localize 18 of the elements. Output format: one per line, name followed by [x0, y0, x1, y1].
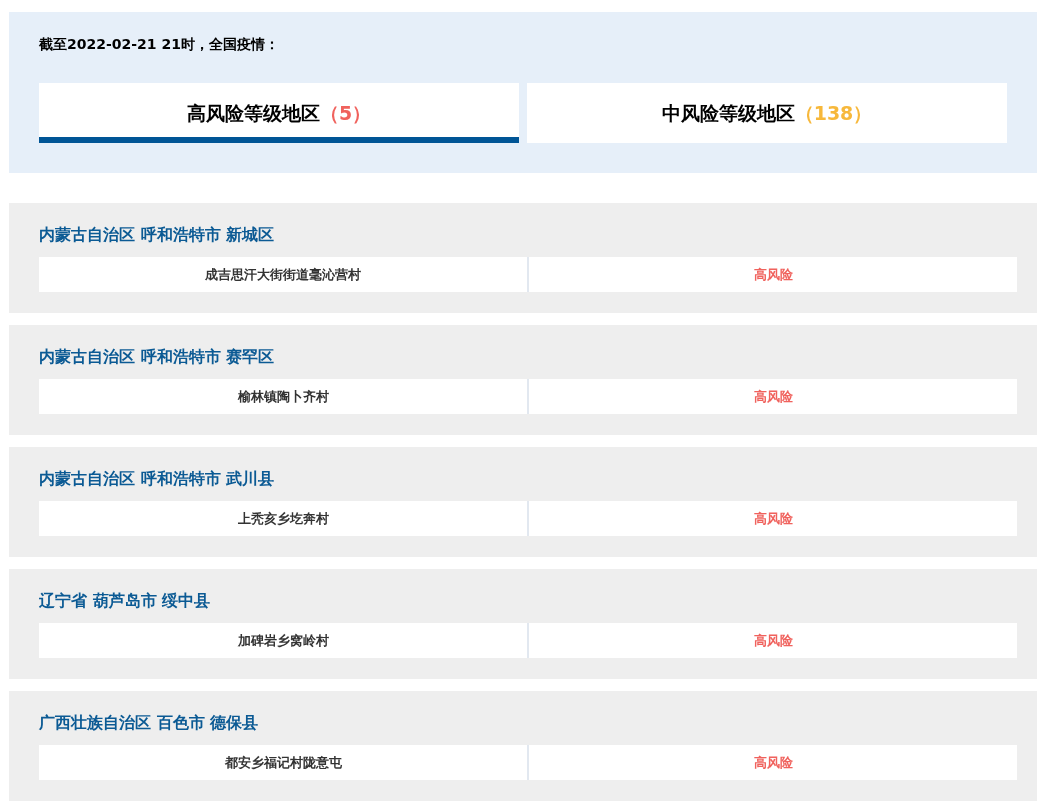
- region-title: 辽宁省 葫芦岛市 绥中县: [39, 591, 212, 611]
- place-cell: 加碑岩乡窝岭村: [39, 623, 527, 658]
- summary-title: 截至2022-02-21 21时，全国疫情：: [39, 35, 280, 54]
- risk-tab[interactable]: 中风险等级地区（138）: [527, 83, 1007, 143]
- place-cell: 上秃亥乡圪奔村: [39, 501, 527, 536]
- risk-tab[interactable]: 高风险等级地区（5）: [39, 83, 519, 143]
- place-cell: 都安乡福记村陇意屯: [39, 745, 527, 780]
- region-title: 内蒙古自治区 呼和浩特市 新城区: [39, 225, 276, 245]
- region-title: 广西壮族自治区 百色市 德保县: [39, 713, 260, 733]
- place-cell: 榆林镇陶卜齐村: [39, 379, 527, 414]
- place-cell: 成吉思汗大街街道毫沁营村: [39, 257, 527, 292]
- risk-cell: 高风险: [529, 745, 1017, 780]
- region-title: 内蒙古自治区 呼和浩特市 赛罕区: [39, 347, 276, 367]
- risk-cell: 高风险: [529, 379, 1017, 414]
- region-title: 内蒙古自治区 呼和浩特市 武川县: [39, 469, 276, 489]
- risk-cell: 高风险: [529, 501, 1017, 536]
- risk-cell: 高风险: [529, 257, 1017, 292]
- risk-cell: 高风险: [529, 623, 1017, 658]
